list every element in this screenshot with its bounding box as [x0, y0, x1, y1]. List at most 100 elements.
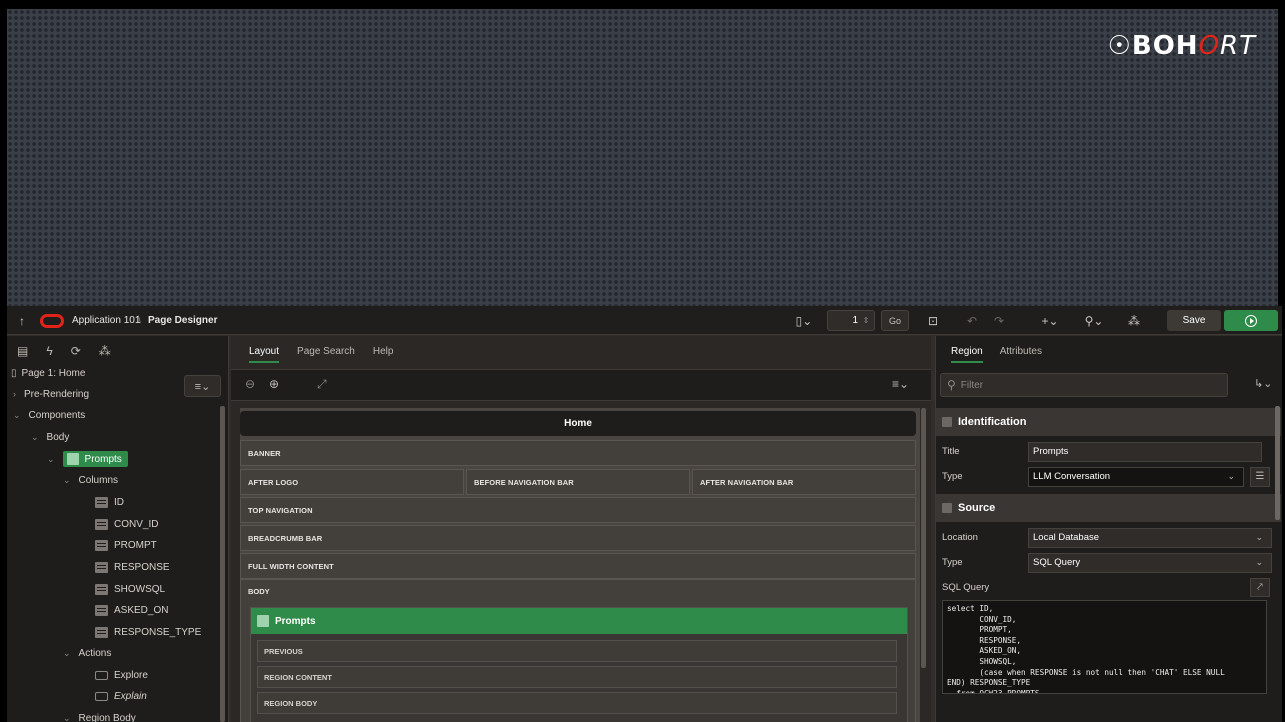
- tree-label: ID: [114, 496, 124, 508]
- list-icon[interactable]: ☰: [1250, 466, 1270, 487]
- utilities-menu-icon[interactable]: ⚲⌄: [1079, 310, 1109, 331]
- source-type-select[interactable]: SQL Query ⌄: [1028, 552, 1272, 573]
- tab-page-search[interactable]: Page Search: [297, 340, 355, 363]
- tree-column-asked-on[interactable]: ASKED_ON: [95, 600, 168, 620]
- title-input[interactable]: Prompts: [1028, 441, 1262, 462]
- prompts-region-header[interactable]: Prompts: [251, 608, 907, 634]
- shared-components-icon[interactable]: ⁂: [1123, 310, 1145, 331]
- go-to-group-icon[interactable]: ↳⌄: [1254, 377, 1272, 390]
- tree-label: ASKED_ON: [114, 604, 169, 616]
- tree-item-prompts[interactable]: ⌄ Prompts: [47, 449, 128, 469]
- lock-icon[interactable]: ⊡: [923, 310, 943, 331]
- layout-toolbar: ⊖ ⊕ ⤢ ≡⌄: [231, 369, 931, 401]
- column-icon: [95, 561, 108, 573]
- breadcrumb-page-designer: Page Designer: [148, 315, 218, 326]
- page-designer-app: ↑ Application 101 \ Page Designer ▯⌄ 1 ⇕…: [7, 306, 1282, 722]
- tree-column-conv-id[interactable]: CONV_ID: [95, 514, 158, 534]
- left-scrollbar[interactable]: [220, 406, 225, 722]
- tree-item-columns[interactable]: ⌄ Columns: [63, 470, 118, 490]
- shared-components-tab-icon[interactable]: ⁂: [99, 344, 111, 358]
- section-heading: Source: [958, 502, 996, 514]
- tree-label: Prompts: [84, 453, 122, 465]
- breadcrumb-application[interactable]: Application 101: [72, 306, 140, 335]
- filter-placeholder: Filter: [960, 379, 984, 391]
- slot-top-navigation[interactable]: TOP NAVIGATION: [240, 497, 916, 523]
- zoom-out-icon[interactable]: ⊖: [245, 377, 255, 391]
- slot-body[interactable]: BODY Prompts PREVIOUS REGION CONTENT REG…: [240, 579, 916, 722]
- tab-help[interactable]: Help: [373, 340, 394, 363]
- tree-action-explore[interactable]: Explore: [95, 665, 148, 685]
- chevron-down-icon: ⌄: [1255, 557, 1263, 567]
- tree-label: Actions: [78, 647, 112, 659]
- select-value: LLM Conversation: [1033, 471, 1111, 482]
- prop-label: SQL Query: [942, 582, 990, 593]
- tree-label: CONV_ID: [114, 518, 159, 530]
- save-button[interactable]: Save: [1167, 310, 1221, 331]
- page-select-icon[interactable]: ▯⌄: [787, 310, 821, 331]
- oracle-logo-icon[interactable]: [40, 306, 64, 335]
- redo-icon[interactable]: ↷: [989, 310, 1009, 331]
- processing-tab-icon[interactable]: ⟳: [71, 344, 81, 358]
- section-heading: Identification: [958, 416, 1027, 428]
- layout-panel: Layout Page Search Help ⊖ ⊕ ⤢ ≡⌄ Home BA…: [231, 336, 931, 722]
- center-scrollbar[interactable]: [921, 408, 926, 668]
- slot-previous[interactable]: PREVIOUS: [257, 640, 897, 662]
- sql-query-editor[interactable]: select ID, CONV_ID, PROMPT, RESPONSE, AS…: [942, 600, 1267, 694]
- tree-menu-button[interactable]: ≡⌄: [184, 375, 221, 397]
- prop-label: Location: [942, 532, 978, 543]
- tree-item-actions[interactable]: ⌄ Actions: [63, 643, 111, 663]
- page-stepper-icon[interactable]: ⇕: [860, 310, 872, 331]
- prop-label: Type: [942, 471, 963, 482]
- page-icon: ▯: [11, 367, 17, 379]
- tree-item-components[interactable]: ⌄ Components: [13, 405, 85, 425]
- column-icon: [95, 518, 108, 530]
- section-source[interactable]: Source: [936, 494, 1281, 522]
- property-editor-panel: Region Attributes ⚲ Filter ↳⌄ Identificat…: [935, 336, 1282, 722]
- tree-label: PROMPT: [114, 539, 157, 551]
- location-select[interactable]: Local Database ⌄: [1028, 527, 1272, 548]
- tab-layout[interactable]: Layout: [249, 340, 280, 363]
- action-icon: [95, 670, 108, 680]
- dynamic-actions-tab-icon[interactable]: ϟ: [46, 344, 52, 358]
- rendering-tab-icon[interactable]: ▤: [17, 344, 28, 358]
- expand-editor-icon[interactable]: ⤤: [1250, 578, 1270, 597]
- slot-breadcrumb-bar[interactable]: BREADCRUMB BAR: [240, 525, 916, 551]
- tab-region[interactable]: Region: [951, 340, 983, 363]
- tree-item-region-body[interactable]: ⌄ Region Body: [63, 708, 136, 722]
- slot-full-width-content[interactable]: FULL WIDTH CONTENT: [240, 553, 916, 579]
- run-page-button[interactable]: [1224, 310, 1278, 331]
- tree-label: SHOWSQL: [114, 583, 166, 595]
- tree-action-explain[interactable]: Explain: [95, 686, 147, 706]
- tree-column-response[interactable]: RESPONSE: [95, 557, 170, 577]
- tree-column-showsql[interactable]: SHOWSQL: [95, 579, 165, 599]
- filter-input[interactable]: ⚲ Filter: [940, 373, 1228, 397]
- type-select[interactable]: LLM Conversation ⌄: [1028, 466, 1244, 487]
- section-identification[interactable]: Identification: [936, 408, 1281, 436]
- zoom-in-icon[interactable]: ⊕: [269, 377, 279, 391]
- create-menu-icon[interactable]: +⌄: [1035, 310, 1065, 331]
- slot-before-nav[interactable]: BEFORE NAVIGATION BAR: [466, 469, 690, 495]
- expand-icon[interactable]: ⤢: [317, 377, 327, 392]
- tree-item-pre-rendering[interactable]: › Pre-Rendering: [13, 384, 89, 404]
- prompts-region[interactable]: Prompts PREVIOUS REGION CONTENT REGION B…: [250, 607, 908, 722]
- layout-menu-icon[interactable]: ≡⌄: [892, 377, 909, 391]
- slot-after-logo[interactable]: AFTER LOGO: [240, 469, 464, 495]
- up-arrow-icon[interactable]: ↑: [19, 306, 25, 335]
- go-button[interactable]: Go: [881, 310, 909, 331]
- slot-after-nav[interactable]: AFTER NAVIGATION BAR: [692, 469, 916, 495]
- slot-banner[interactable]: BANNER: [240, 440, 916, 466]
- tree-column-id[interactable]: ID: [95, 492, 124, 512]
- breadcrumb-separator: \: [138, 315, 141, 326]
- tree-column-prompt[interactable]: PROMPT: [95, 535, 157, 555]
- tree-page-node[interactable]: ▯ Page 1: Home: [11, 363, 85, 383]
- slot-region-content[interactable]: REGION CONTENT: [257, 666, 897, 688]
- tree-item-body[interactable]: ⌄ Body: [31, 427, 69, 447]
- slot-region-body[interactable]: REGION BODY: [257, 692, 897, 714]
- right-scrollbar[interactable]: [1275, 406, 1280, 520]
- page-title-bar[interactable]: Home: [240, 411, 916, 436]
- tree-column-response-type[interactable]: RESPONSE_TYPE: [95, 622, 201, 642]
- region-title: Prompts: [275, 615, 316, 627]
- tab-attributes[interactable]: Attributes: [1000, 340, 1042, 363]
- undo-icon[interactable]: ↶: [962, 310, 982, 331]
- chevron-down-icon: ⌄: [1255, 532, 1263, 542]
